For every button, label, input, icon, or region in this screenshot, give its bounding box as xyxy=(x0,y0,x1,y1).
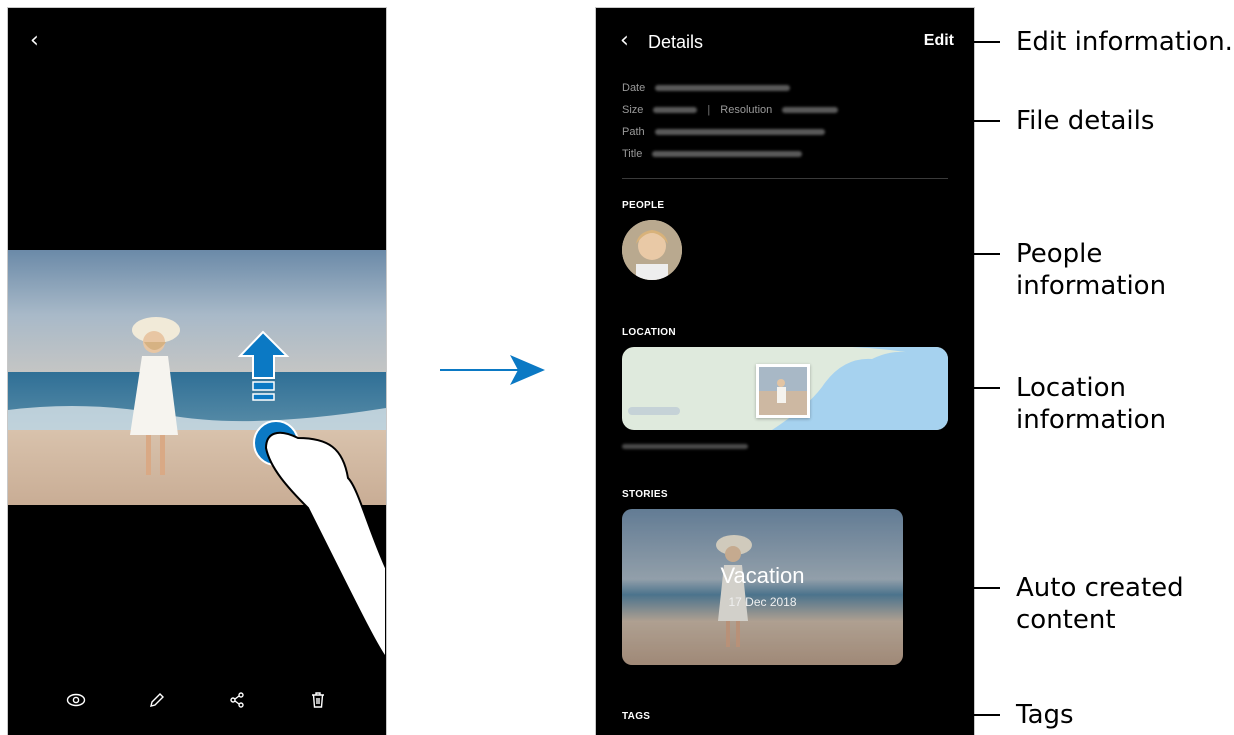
redacted-value xyxy=(782,107,839,113)
avatar[interactable] xyxy=(622,220,682,280)
callout-auto-line2: content xyxy=(1016,605,1116,635)
photo-viewer-screen: ‹ xyxy=(8,8,386,735)
redacted-value xyxy=(654,129,825,135)
redacted-value xyxy=(653,107,698,113)
info-label-resolution: Resolution xyxy=(720,104,773,116)
section-label-people: PEOPLE xyxy=(622,200,665,211)
pencil-icon[interactable] xyxy=(144,687,170,713)
info-row-path: Path xyxy=(622,126,825,138)
info-label-path: Path xyxy=(622,126,645,138)
divider xyxy=(622,178,948,179)
redacted-value xyxy=(652,151,803,157)
info-label-date: Date xyxy=(622,82,646,94)
info-separator: | xyxy=(707,104,711,116)
callout-auto-line1: Auto created xyxy=(1016,573,1184,603)
callout-tags: Tags xyxy=(1016,700,1074,730)
beach-photo[interactable] xyxy=(8,250,386,505)
section-label-location: LOCATION xyxy=(622,327,676,338)
info-label-title: Title xyxy=(622,148,643,160)
details-screen: ‹ Details Edit Date Size | Resolution Pa… xyxy=(596,8,974,735)
callout-location-line1: Location xyxy=(1016,373,1126,403)
viewer-toolbar xyxy=(8,665,386,735)
story-title: Vacation xyxy=(720,563,805,588)
section-label-stories: STORIES xyxy=(622,489,668,500)
info-row-size: Size | Resolution xyxy=(622,104,839,116)
callout-people-line2: information xyxy=(1016,271,1167,301)
trash-icon[interactable] xyxy=(305,687,331,713)
edit-button[interactable]: Edit xyxy=(924,32,954,50)
location-photo-thumbnail xyxy=(756,364,810,418)
story-card[interactable]: Vacation 17 Dec 2018 xyxy=(622,509,903,665)
back-arrow-icon[interactable]: ‹ xyxy=(620,30,629,52)
redacted-address xyxy=(622,444,748,449)
story-date: 17 Dec 2018 xyxy=(728,595,797,609)
info-row-title: Title xyxy=(622,148,803,160)
location-map[interactable] xyxy=(622,347,948,430)
share-icon[interactable] xyxy=(224,687,250,713)
section-label-tags: TAGS xyxy=(622,711,651,722)
back-arrow-icon[interactable]: ‹ xyxy=(30,30,39,52)
page-title: Details xyxy=(648,32,704,52)
callout-file-details: File details xyxy=(1016,106,1155,136)
callout-people-line1: People xyxy=(1016,239,1103,269)
callout-location-line2: information xyxy=(1016,405,1167,435)
eye-icon[interactable] xyxy=(63,687,89,713)
info-label-size: Size xyxy=(622,104,644,116)
info-row-date: Date xyxy=(622,82,791,94)
callout-edit-information: Edit information. xyxy=(1016,27,1233,57)
redacted-value xyxy=(655,85,791,91)
